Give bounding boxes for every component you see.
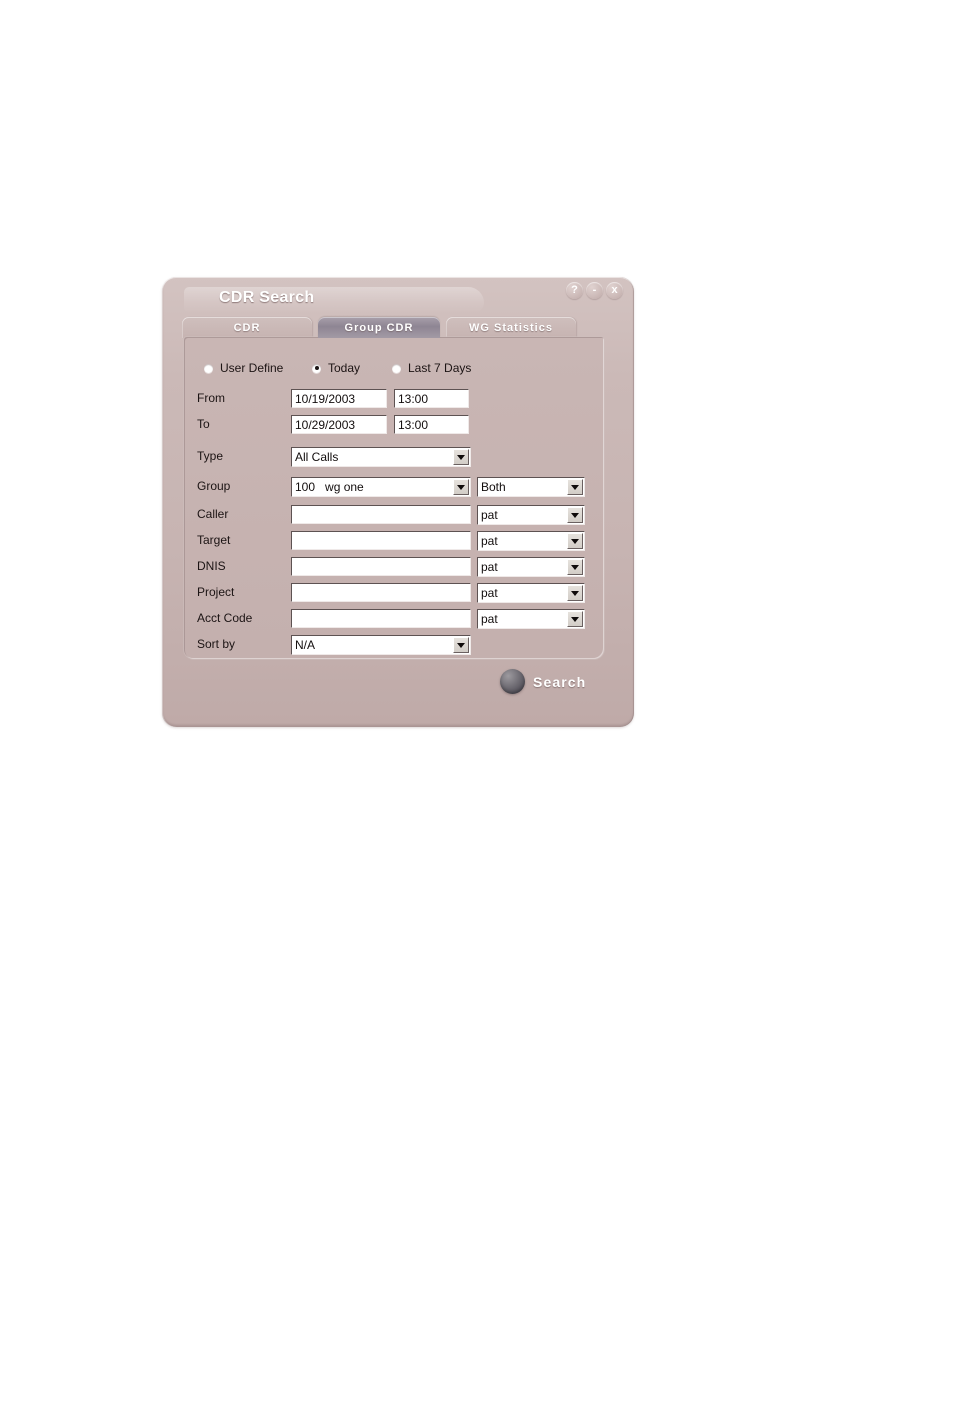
- project-match-dropdown[interactable]: pat: [477, 583, 585, 603]
- radio-today-label: Today: [328, 361, 361, 375]
- dnis-match-value: pat: [481, 560, 498, 574]
- group-direction-value: Both: [481, 480, 506, 494]
- search-button[interactable]: Search: [500, 669, 586, 694]
- dnis-input[interactable]: [291, 557, 471, 576]
- label-target: Target: [197, 533, 231, 547]
- chevron-down-icon[interactable]: [567, 479, 583, 495]
- caller-match-value: pat: [481, 508, 498, 522]
- radio-user-define[interactable]: User Define: [204, 361, 283, 375]
- row-project: Project pat: [197, 583, 587, 603]
- target-input[interactable]: [291, 531, 471, 550]
- group-dropdown[interactable]: 100 wg one: [291, 477, 471, 497]
- label-from: From: [197, 391, 225, 405]
- row-from: From 10/19/2003 13:00: [197, 389, 587, 409]
- from-time-input[interactable]: 13:00: [394, 389, 469, 408]
- label-caller: Caller: [197, 507, 229, 521]
- radio-user-define-label: User Define: [220, 361, 284, 375]
- close-button[interactable]: x: [606, 282, 623, 299]
- chevron-down-icon[interactable]: [453, 637, 469, 653]
- project-input[interactable]: [291, 583, 471, 602]
- window-title: CDR Search: [219, 289, 315, 306]
- row-group: Group 100 wg one Both: [197, 477, 587, 497]
- search-button-label: Search: [533, 673, 587, 690]
- label-group: Group: [197, 479, 231, 493]
- type-dropdown-value: All Calls: [295, 450, 339, 464]
- label-dnis: DNIS: [197, 559, 226, 573]
- label-sort-by: Sort by: [197, 637, 236, 651]
- radio-user-define-indicator: [204, 363, 213, 373]
- caller-match-dropdown[interactable]: pat: [477, 505, 585, 525]
- target-match-dropdown[interactable]: pat: [477, 531, 585, 551]
- row-sort-by: Sort by N/A: [197, 635, 587, 655]
- radio-last-7-days-indicator: [392, 363, 401, 373]
- chevron-down-icon[interactable]: [567, 507, 583, 523]
- row-acct-code: Acct Code pat: [197, 609, 587, 629]
- label-project: Project: [197, 585, 235, 599]
- acct-code-match-dropdown[interactable]: pat: [477, 609, 585, 629]
- caller-input[interactable]: [291, 505, 471, 524]
- cdr-search-window: CDR Search ? - x CDR Group CDR WG Statis…: [162, 277, 634, 727]
- radio-today-indicator: [312, 363, 321, 373]
- radio-today[interactable]: Today: [312, 361, 360, 375]
- radio-last-7-days[interactable]: Last 7 Days: [392, 361, 471, 375]
- chevron-down-icon[interactable]: [567, 611, 583, 627]
- target-match-value: pat: [481, 534, 498, 548]
- sort-by-dropdown[interactable]: N/A: [291, 635, 471, 655]
- chevron-down-icon[interactable]: [567, 585, 583, 601]
- project-match-value: pat: [481, 586, 498, 600]
- chevron-down-icon[interactable]: [453, 449, 469, 465]
- type-dropdown[interactable]: All Calls: [291, 447, 471, 467]
- label-to: To: [197, 417, 210, 431]
- title-bar: CDR Search: [172, 285, 624, 317]
- search-orb-icon: [500, 669, 525, 694]
- chevron-down-icon[interactable]: [567, 533, 583, 549]
- minimize-button[interactable]: -: [586, 282, 603, 299]
- sort-by-value: N/A: [295, 638, 316, 652]
- row-caller: Caller pat: [197, 505, 587, 525]
- group-direction-dropdown[interactable]: Both: [477, 477, 585, 497]
- window-controls: ? - x: [566, 282, 623, 299]
- chevron-down-icon[interactable]: [567, 559, 583, 575]
- label-acct-code: Acct Code: [197, 611, 253, 625]
- row-dnis: DNIS pat: [197, 557, 587, 577]
- dnis-match-dropdown[interactable]: pat: [477, 557, 585, 577]
- to-time-input[interactable]: 13:00: [394, 415, 469, 434]
- tab-bar: CDR Group CDR WG Statistics: [182, 317, 622, 338]
- help-button[interactable]: ?: [566, 282, 583, 299]
- to-date-input[interactable]: 10/29/2003: [291, 415, 387, 434]
- search-form-panel: User Define Today Last 7 Days From 10/19…: [184, 337, 604, 659]
- label-type: Type: [197, 449, 224, 463]
- group-dropdown-value: 100 wg one: [295, 480, 364, 494]
- row-to: To 10/29/2003 13:00: [197, 415, 587, 435]
- acct-code-match-value: pat: [481, 612, 498, 626]
- acct-code-input[interactable]: [291, 609, 471, 628]
- tab-cdr[interactable]: CDR: [182, 317, 312, 338]
- radio-last-7-days-label: Last 7 Days: [408, 361, 472, 375]
- chevron-down-icon[interactable]: [453, 479, 469, 495]
- from-date-input[interactable]: 10/19/2003: [291, 389, 387, 408]
- tab-wg-statistics[interactable]: WG Statistics: [446, 317, 576, 338]
- row-type: Type All Calls: [197, 447, 587, 467]
- row-target: Target pat: [197, 531, 587, 551]
- tab-group-cdr[interactable]: Group CDR: [318, 317, 440, 338]
